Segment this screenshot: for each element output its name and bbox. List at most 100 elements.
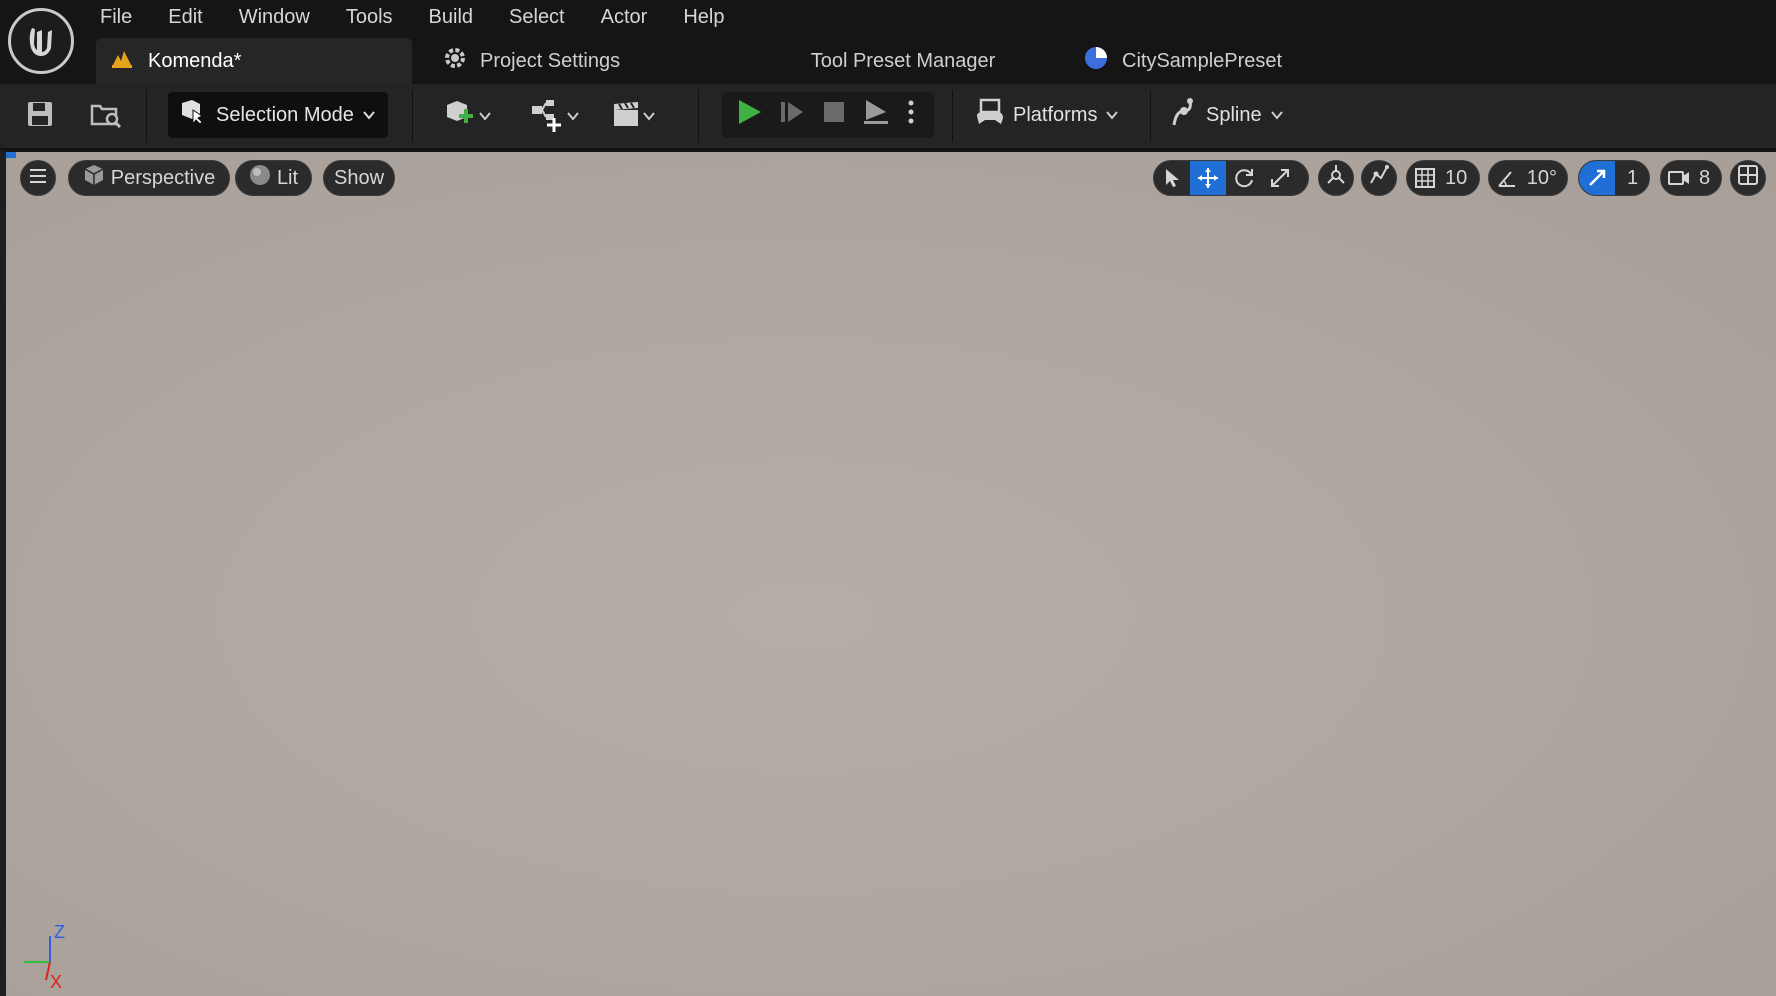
chevron-down-icon bbox=[363, 111, 375, 120]
angle-icon bbox=[1498, 171, 1515, 187]
perspective-dropdown[interactable]: Perspective bbox=[68, 160, 230, 196]
play-icon bbox=[737, 98, 763, 131]
lit-sphere-icon bbox=[249, 164, 271, 192]
grid-snap-toggle[interactable] bbox=[1407, 161, 1443, 195]
axis-x-label: X bbox=[50, 972, 62, 988]
tab-tool-preset-manager[interactable]: Tool Preset Manager bbox=[758, 38, 1048, 84]
layout-icon bbox=[1738, 165, 1758, 191]
eject-button[interactable] bbox=[856, 92, 896, 136]
hamburger-icon bbox=[29, 167, 47, 190]
tab-tool-preset-manager-label: Tool Preset Manager bbox=[810, 49, 996, 72]
rotate-tool-button[interactable] bbox=[1226, 161, 1262, 195]
world-local-toggle[interactable] bbox=[1318, 160, 1354, 196]
translate-tool-button[interactable] bbox=[1190, 161, 1226, 195]
perspective-cube-icon bbox=[83, 164, 105, 192]
menu-file[interactable]: File bbox=[82, 0, 150, 34]
menu-help[interactable]: Help bbox=[665, 0, 742, 34]
menu-edit[interactable]: Edit bbox=[150, 0, 220, 34]
lit-mode-dropdown[interactable]: Lit bbox=[235, 160, 312, 196]
lit-label: Lit bbox=[276, 166, 299, 189]
rotation-snap-toggle[interactable] bbox=[1489, 161, 1525, 195]
content-browser-button[interactable] bbox=[84, 94, 128, 138]
spline-label: Spline bbox=[1206, 103, 1262, 126]
toolbar-separator bbox=[952, 90, 953, 142]
tab-project-settings[interactable]: Project Settings bbox=[428, 38, 758, 84]
chevron-down-icon bbox=[1106, 111, 1119, 120]
viewport-layout-button[interactable] bbox=[1730, 160, 1766, 196]
grid-snap-value: 10 bbox=[1445, 166, 1468, 189]
select-arrow-icon bbox=[1166, 169, 1179, 187]
rotate-icon bbox=[1235, 169, 1253, 188]
chevron-down-icon bbox=[1270, 111, 1283, 120]
unreal-logo-icon[interactable] bbox=[8, 8, 74, 74]
save-button[interactable] bbox=[20, 94, 60, 138]
toolbar-separator bbox=[698, 90, 699, 142]
toolbar-separator bbox=[1150, 90, 1151, 142]
play-controls bbox=[722, 92, 934, 138]
save-icon bbox=[26, 100, 54, 133]
select-tool-button[interactable] bbox=[1154, 161, 1190, 195]
show-dropdown[interactable]: Show bbox=[323, 160, 395, 196]
camera-speed-control[interactable]: 8 bbox=[1660, 160, 1722, 196]
level-viewport[interactable]: Perspective Lit Show 10 10° 1 8 Z X bbox=[6, 152, 1776, 996]
scale-icon bbox=[1271, 169, 1289, 187]
camera-speed-value: 8 bbox=[1699, 166, 1711, 189]
scale-tool-button[interactable] bbox=[1262, 161, 1298, 195]
level-warning-icon bbox=[110, 47, 134, 75]
toolbar-separator bbox=[412, 90, 413, 142]
scale-snap-control[interactable]: 1 bbox=[1578, 160, 1650, 196]
blueprint-button[interactable] bbox=[524, 94, 586, 138]
advance-frame-icon bbox=[779, 99, 805, 130]
settings-gear-icon bbox=[442, 45, 468, 77]
viewport-active-indicator bbox=[6, 152, 16, 158]
chevron-down-icon bbox=[643, 112, 655, 121]
translate-icon bbox=[1198, 168, 1218, 188]
advance-frame-button[interactable] bbox=[772, 92, 812, 136]
selection-mode-icon bbox=[180, 99, 204, 131]
menu-actor[interactable]: Actor bbox=[583, 0, 666, 34]
add-actor-button[interactable] bbox=[440, 94, 496, 138]
tab-city-sample-preset-label: CitySamplePreset bbox=[1122, 49, 1283, 72]
spline-icon bbox=[1170, 97, 1198, 133]
rotation-snap-value: 10° bbox=[1526, 166, 1557, 189]
chevron-down-icon bbox=[479, 112, 491, 121]
menu-tools[interactable]: Tools bbox=[328, 0, 411, 34]
camera-speed-button[interactable] bbox=[1661, 161, 1697, 195]
transform-tools bbox=[1153, 160, 1309, 196]
grid-snap-control[interactable]: 10 bbox=[1406, 160, 1480, 196]
tab-city-sample-preset[interactable]: CitySamplePreset bbox=[1048, 38, 1348, 84]
world-local-icon bbox=[1325, 164, 1347, 192]
menu-select[interactable]: Select bbox=[491, 0, 583, 34]
main-toolbar: Selection Mode Platforms Spline bbox=[0, 84, 1776, 150]
menu-bar: File Edit Window Tools Build Select Acto… bbox=[82, 0, 742, 34]
add-actor-icon bbox=[444, 99, 478, 134]
axis-z-label: Z bbox=[54, 922, 65, 942]
selection-mode-dropdown[interactable]: Selection Mode bbox=[168, 92, 388, 138]
surface-snap-toggle[interactable] bbox=[1361, 160, 1397, 196]
tab-level-label: Komenda* bbox=[148, 49, 242, 72]
play-button[interactable] bbox=[730, 92, 770, 136]
spline-dropdown[interactable]: Spline bbox=[1170, 92, 1284, 138]
menu-window[interactable]: Window bbox=[221, 0, 328, 34]
more-icon bbox=[907, 99, 915, 130]
viewport-options-button[interactable] bbox=[20, 160, 56, 196]
stop-button[interactable] bbox=[814, 92, 854, 136]
axis-gizmo: Z X bbox=[24, 922, 65, 988]
platforms-icon bbox=[975, 98, 1005, 132]
surface-snap-icon bbox=[1368, 164, 1390, 192]
tab-project-settings-label: Project Settings bbox=[480, 49, 621, 72]
play-options-button[interactable] bbox=[898, 92, 924, 136]
scale-snap-toggle[interactable] bbox=[1579, 161, 1615, 195]
scale-snap-icon bbox=[1589, 169, 1606, 186]
tab-level[interactable]: Komenda* bbox=[96, 38, 412, 84]
blueprint-icon bbox=[530, 96, 566, 137]
eject-icon bbox=[862, 98, 890, 131]
rotation-snap-control[interactable]: 10° bbox=[1488, 160, 1568, 196]
platforms-dropdown[interactable]: Platforms bbox=[975, 92, 1119, 138]
scale-snap-value: 1 bbox=[1627, 166, 1639, 189]
perspective-label: Perspective bbox=[110, 166, 216, 189]
document-tabs: Komenda* Project Settings Tool Preset Ma… bbox=[96, 38, 1348, 84]
cinematics-button[interactable] bbox=[606, 94, 662, 138]
menu-build[interactable]: Build bbox=[411, 0, 491, 34]
selection-mode-label: Selection Mode bbox=[216, 103, 354, 126]
